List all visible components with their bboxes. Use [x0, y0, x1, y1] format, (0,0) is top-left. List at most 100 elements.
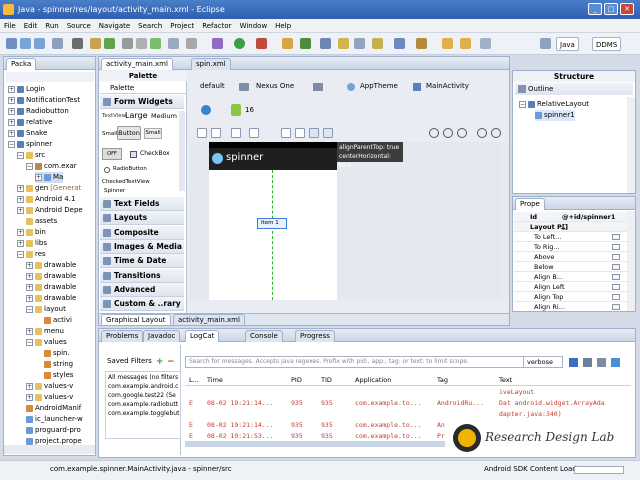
terminal-icon[interactable]	[72, 38, 83, 49]
palette-category[interactable]: Transitions	[100, 268, 184, 283]
tree-twisty[interactable]: +	[26, 393, 33, 401]
tree-item[interactable]: activi	[35, 315, 72, 326]
tree-item[interactable]: string	[35, 359, 73, 370]
skip-breakpoints-icon[interactable]	[186, 38, 197, 49]
tree-item[interactable]: − com.exar	[26, 161, 77, 172]
tree-item[interactable]: styles	[35, 370, 73, 381]
menu-navigate[interactable]: Navigate	[95, 19, 134, 33]
explorer-horizontal-scrollbar[interactable]	[4, 445, 95, 454]
maximize-button[interactable]: □	[604, 3, 618, 15]
tree-twisty[interactable]: +	[35, 173, 42, 181]
tree-item[interactable]: + Snake	[8, 128, 47, 139]
save-all-icon[interactable]	[34, 38, 45, 49]
open-folder-icon[interactable]	[338, 38, 349, 49]
toggle-columns-icon[interactable]	[611, 358, 620, 367]
palette-category[interactable]: Advanced	[100, 282, 184, 297]
log-level-select[interactable]: verbose	[523, 356, 563, 368]
palette-category[interactable]: Text Fields	[100, 197, 184, 211]
orientation-icon[interactable]	[313, 83, 323, 91]
tree-twisty[interactable]: +	[26, 272, 33, 280]
menu-help[interactable]: Help	[271, 19, 295, 33]
save-icon[interactable]	[20, 38, 31, 49]
menu-run[interactable]: Run	[41, 19, 62, 33]
layout-tool-7[interactable]	[309, 128, 319, 138]
remove-filter-icon[interactable]: −	[167, 357, 175, 367]
tree-item[interactable]: + Android 4.1	[17, 194, 75, 205]
api-level-combo[interactable]: 16	[242, 103, 257, 117]
filter-item[interactable]: All messages (no filters	[108, 374, 178, 381]
avd-manager-icon[interactable]	[104, 38, 115, 49]
sdk-manager-icon[interactable]	[90, 38, 101, 49]
property-row[interactable]: Id @+id/spinner1	[514, 212, 632, 222]
annotation-icon[interactable]	[372, 38, 383, 49]
clear-log-icon[interactable]	[583, 358, 592, 367]
property-row[interactable]: Align Left	[514, 282, 632, 292]
tree-item[interactable]: − res	[17, 249, 46, 260]
tab-properties[interactable]: Prope	[515, 198, 545, 210]
tree-twisty[interactable]: +	[26, 294, 33, 302]
tree-twisty[interactable]: +	[8, 118, 15, 126]
property-row[interactable]: Above	[514, 252, 632, 262]
tree-item[interactable]: + Radiobutton	[8, 106, 69, 117]
last-edit-icon[interactable]	[416, 38, 427, 49]
layout-tool-4[interactable]	[249, 128, 259, 138]
menu-edit[interactable]: Edit	[20, 19, 42, 33]
tree-item[interactable]: − spinner	[8, 139, 52, 150]
tree-twisty[interactable]: +	[17, 195, 24, 203]
tree-twisty[interactable]: +	[26, 261, 33, 269]
zoom-reset-icon[interactable]	[491, 128, 501, 138]
tree-twisty[interactable]: +	[8, 129, 15, 137]
tree-item[interactable]: + drawable	[26, 271, 76, 282]
print-icon[interactable]	[52, 38, 63, 49]
tree-item[interactable]: + Ma	[35, 172, 64, 183]
tree-item[interactable]: − src	[17, 150, 45, 161]
tree-twisty[interactable]: +	[8, 107, 15, 115]
palette-category[interactable]: Layouts	[100, 211, 184, 226]
canvas-vertical-scrollbar[interactable]	[501, 142, 509, 300]
menu-window[interactable]: Window	[236, 19, 272, 33]
lint-icon[interactable]	[122, 38, 133, 49]
tree-item[interactable]: + values-v	[26, 381, 73, 392]
back-icon[interactable]	[442, 38, 453, 49]
property-row[interactable]: Align Top	[514, 292, 632, 302]
checkedtextview-widget[interactable]: CheckedTextView	[102, 179, 150, 185]
menu-file[interactable]: File	[0, 19, 20, 33]
tree-item[interactable]: − layout	[26, 304, 66, 315]
java-perspective-button[interactable]: Java	[556, 37, 579, 51]
logcat-search-input[interactable]: Search for messages. Accepts Java regexe…	[185, 356, 547, 368]
property-row[interactable]: Layout P...[]	[514, 222, 632, 232]
tab-progress[interactable]: Progress	[295, 330, 335, 342]
tree-twisty[interactable]: +	[8, 96, 15, 104]
menu-refactor[interactable]: Refactor	[198, 19, 235, 33]
button-widget[interactable]: Button	[117, 126, 141, 140]
filter-item[interactable]: com.example.android.c	[108, 383, 178, 390]
new-android-xml-icon[interactable]	[150, 38, 161, 49]
tab-activity-main-xml[interactable]: activity_main.xml	[101, 58, 173, 70]
tree-item[interactable]: + drawable	[26, 260, 76, 271]
property-edit-button[interactable]	[612, 284, 620, 290]
outline-relativelayout[interactable]: − RelativeLayout	[519, 99, 589, 110]
tab-logcat[interactable]: LogCat	[185, 330, 220, 342]
locale-globe-icon[interactable]	[201, 105, 211, 115]
filter-item[interactable]: com.google.test22 (Se	[108, 392, 176, 399]
large-widget[interactable]: Large	[125, 111, 148, 120]
tree-item[interactable]: + relative	[8, 117, 52, 128]
col-application[interactable]: Application	[355, 375, 391, 386]
tree-twisty[interactable]: −	[26, 305, 33, 313]
spinner-widget[interactable]: Spinner	[104, 188, 125, 194]
tree-item[interactable]: + Login	[8, 84, 45, 95]
layout-tool-2[interactable]	[211, 128, 221, 138]
tab-spin-xml[interactable]: spin.xml	[191, 58, 231, 70]
spinner1-widget[interactable]: Item 1	[257, 218, 287, 229]
property-edit-button[interactable]	[612, 234, 620, 240]
property-row[interactable]: Below	[514, 262, 632, 272]
tab-package-explorer[interactable]: Packa	[6, 58, 37, 70]
palette-category[interactable]: Custom & ..rary Views	[100, 297, 184, 322]
palette-category[interactable]: Composite	[100, 225, 184, 240]
new-java-package-icon[interactable]	[282, 38, 293, 49]
device-screen[interactable]: spinner Item 1	[209, 142, 337, 300]
open-perspective-icon[interactable]	[540, 38, 551, 49]
new-android-project-icon[interactable]	[136, 38, 147, 49]
tree-item[interactable]: ic_launcher-w	[17, 414, 83, 425]
new-icon[interactable]	[6, 38, 17, 49]
